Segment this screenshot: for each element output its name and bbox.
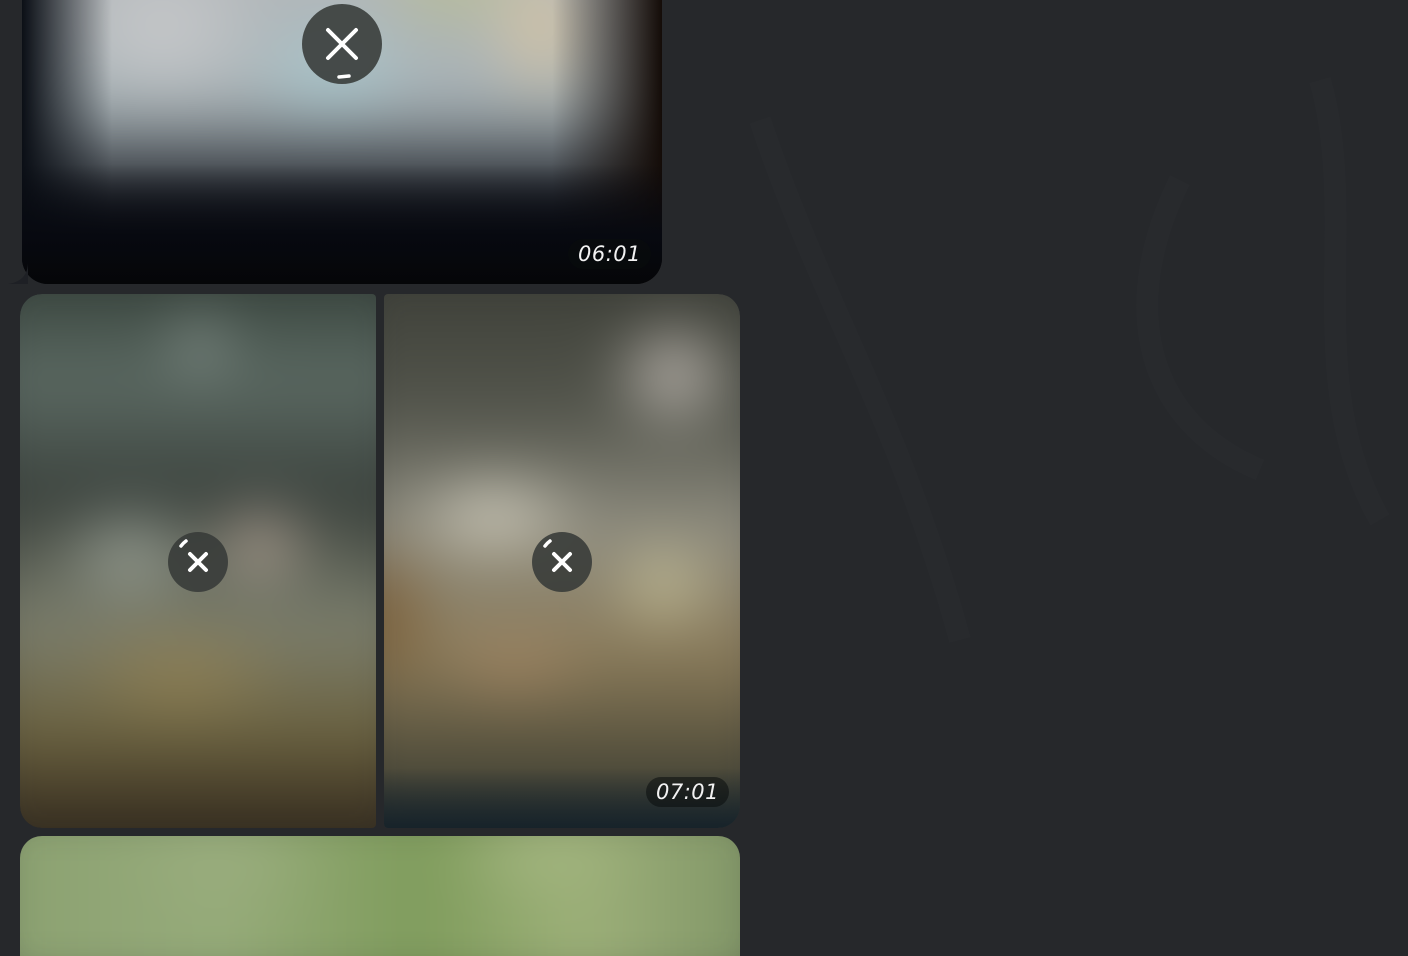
close-icon: [543, 539, 572, 572]
cancel-download-button[interactable]: [532, 532, 592, 592]
close-icon: [179, 539, 208, 572]
blurred-photo-preview[interactable]: [20, 836, 740, 956]
message-timestamp: 07:01: [646, 777, 730, 807]
close-icon: [326, 28, 358, 79]
message-timestamp: 06:01: [568, 239, 652, 269]
incoming-photo-message[interactable]: [20, 836, 740, 956]
cancel-download-button[interactable]: [302, 4, 382, 84]
cancel-download-button[interactable]: [168, 532, 228, 592]
photo-album-message: [20, 294, 740, 828]
